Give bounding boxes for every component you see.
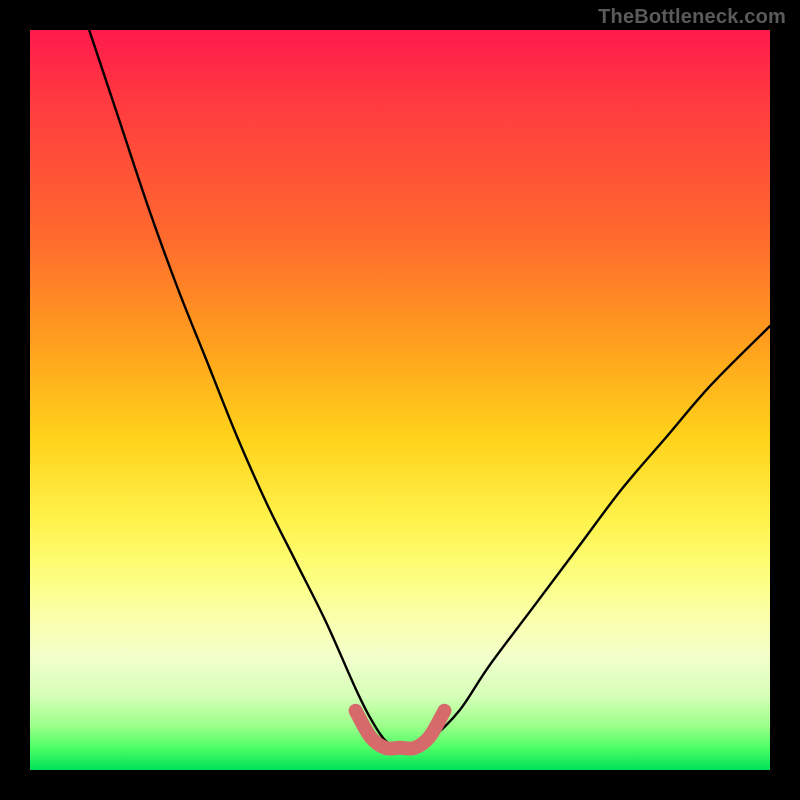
curve-svg: [30, 30, 770, 770]
bottleneck-curve-path: [89, 30, 770, 749]
chart-frame: TheBottleneck.com: [0, 0, 800, 800]
watermark-text: TheBottleneck.com: [598, 6, 786, 29]
plot-area: [30, 30, 770, 770]
